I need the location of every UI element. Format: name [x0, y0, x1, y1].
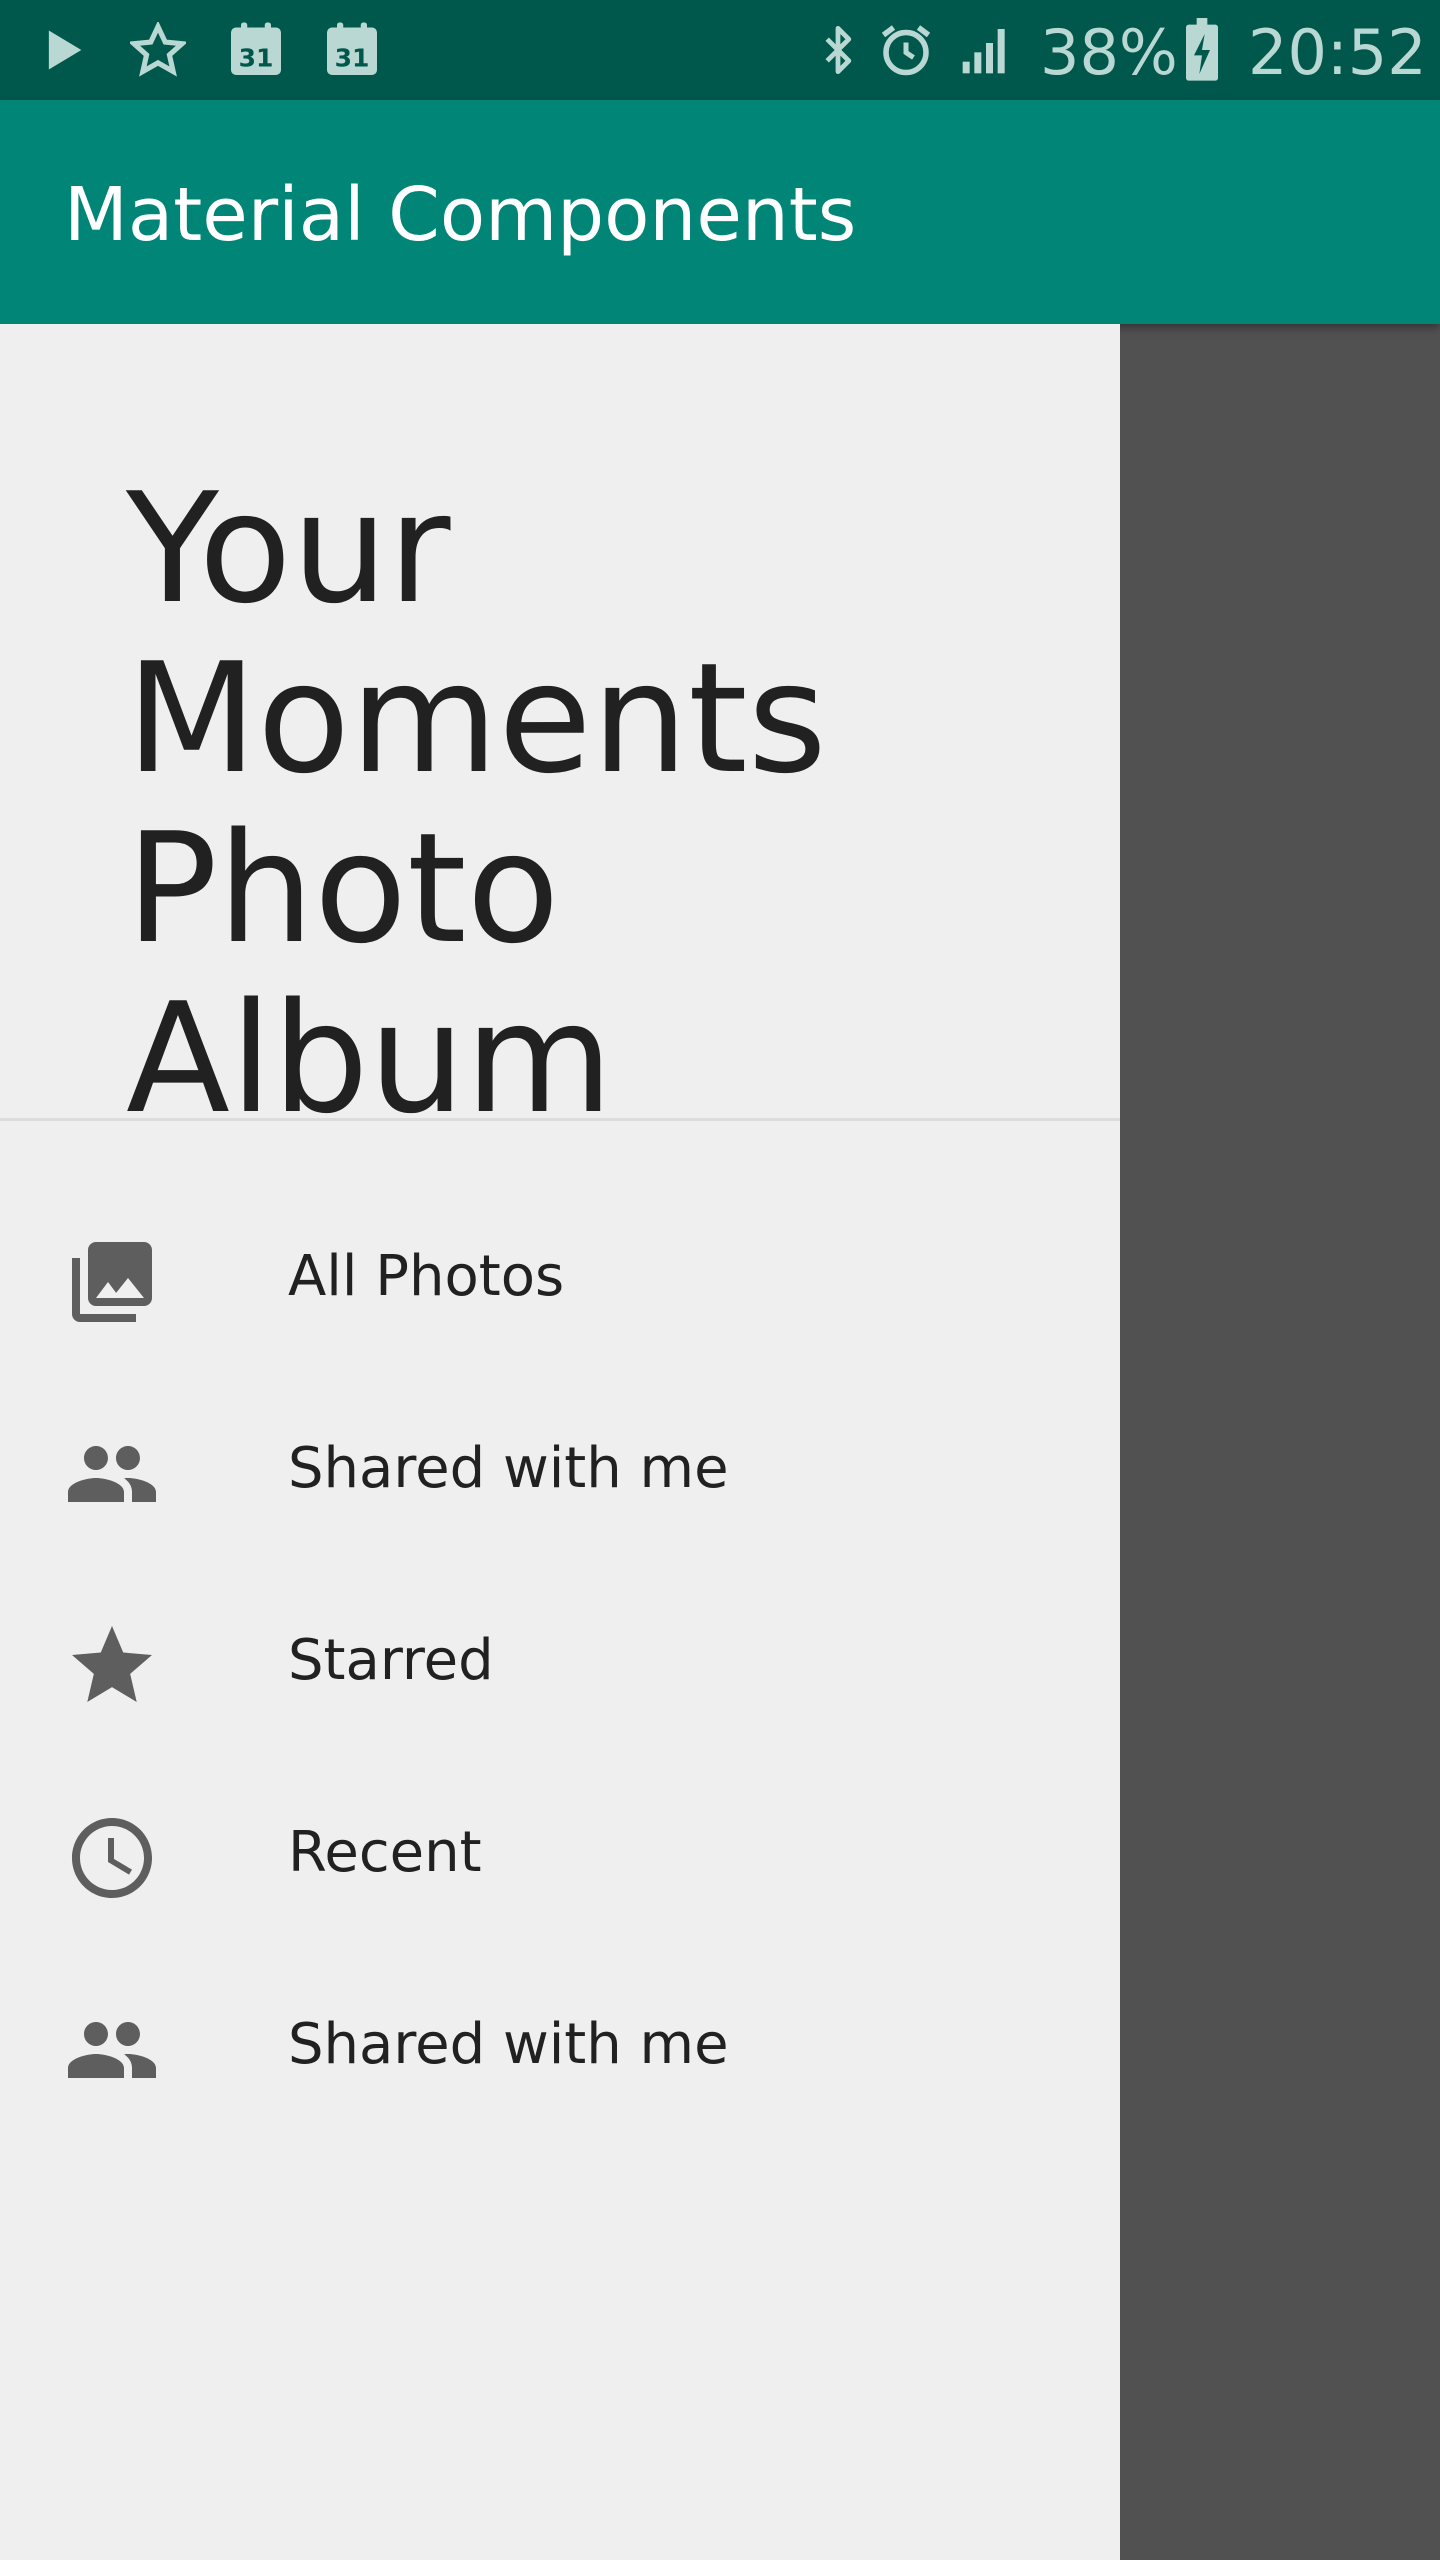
drawer-scrim[interactable] — [1120, 324, 1440, 2560]
status-bar: 31 31 38% 20:52 — [0, 0, 1440, 100]
calendar-day-1: 31 — [239, 43, 274, 72]
navigation-drawer: Your Moments Photo Album All Photos Shar… — [0, 324, 1120, 2560]
battery-percent: 38% — [1040, 16, 1178, 89]
photo-library-icon — [64, 1234, 160, 1330]
signal-icon — [962, 29, 1005, 74]
calendar-icon: 31 — [231, 22, 281, 75]
menu-item-label: All Photos — [288, 1244, 565, 1309]
menu-item-all-photos[interactable]: All Photos — [0, 1178, 1120, 1370]
clock-time: 20:52 — [1248, 16, 1427, 89]
battery-charging-icon — [1186, 18, 1218, 81]
drawer-divider — [0, 1118, 1120, 1121]
bluetooth-icon — [825, 25, 852, 75]
people-icon — [64, 2002, 160, 2098]
menu-item-label: Starred — [288, 1628, 494, 1693]
play-icon — [48, 30, 82, 70]
drawer-header: Your Moments Photo Album — [0, 324, 1120, 1144]
calendar-day-2: 31 — [335, 43, 370, 72]
star-outline-icon — [130, 22, 186, 77]
menu-item-label: Recent — [288, 1820, 482, 1885]
app-bar-title: Material Components — [64, 172, 857, 258]
app-bar: Material Components — [0, 100, 1440, 324]
menu-item-shared-with-me[interactable]: Shared with me — [0, 1370, 1120, 1562]
menu-item-starred[interactable]: Starred — [0, 1562, 1120, 1754]
menu-item-shared-with-me[interactable]: Shared with me — [0, 1946, 1120, 2138]
menu-item-recent[interactable]: Recent — [0, 1754, 1120, 1946]
menu-item-label: Shared with me — [288, 2012, 729, 2077]
star-icon — [64, 1618, 160, 1714]
calendar-icon: 31 — [327, 22, 377, 75]
drawer-header-title: Your Moments Photo Album — [126, 460, 827, 1147]
clock-icon — [64, 1810, 160, 1906]
people-icon — [64, 1426, 160, 1522]
menu-item-label: Shared with me — [288, 1436, 729, 1501]
alarm-icon — [881, 25, 931, 76]
